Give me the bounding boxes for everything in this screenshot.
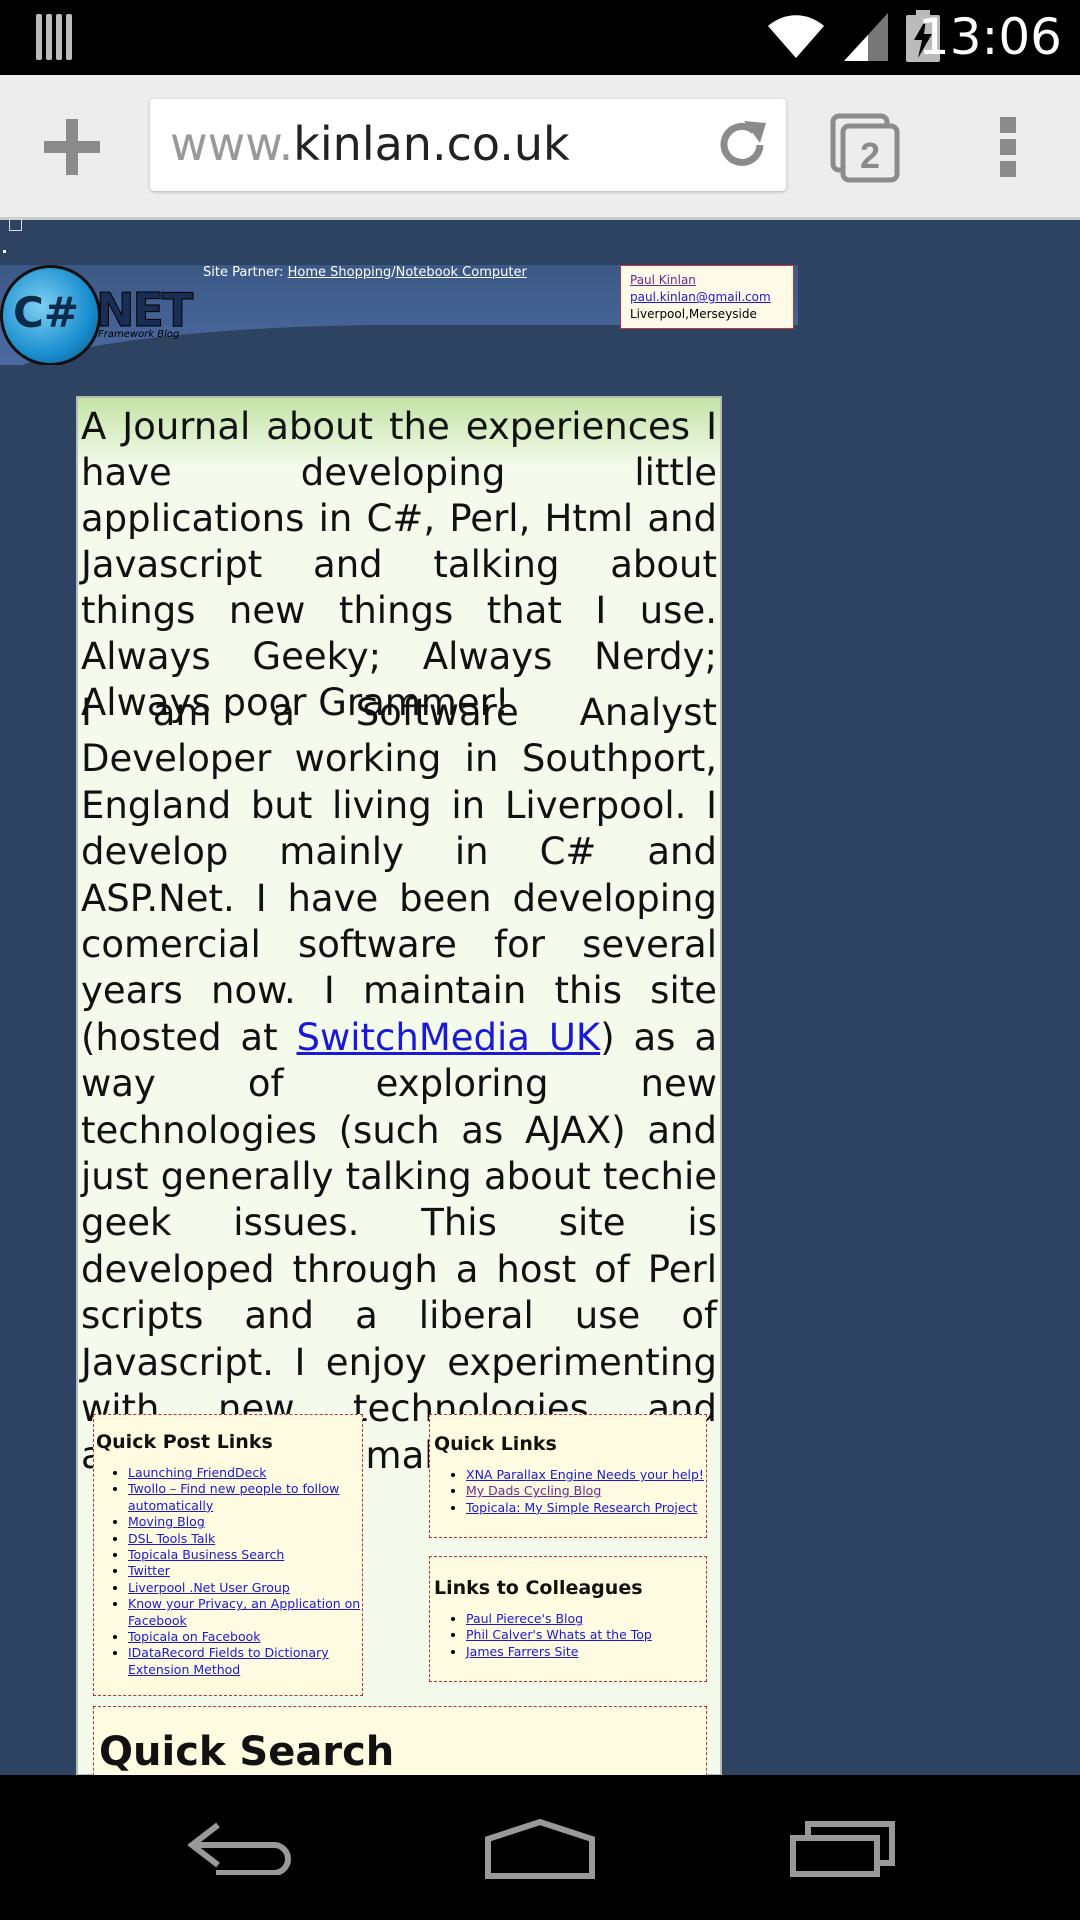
switchmedia-link[interactable]: SwitchMedia UK (297, 1016, 601, 1059)
quick-post-link[interactable]: Topicala on Facebook (128, 1629, 260, 1644)
logo-cs-text: C# (13, 288, 80, 337)
contact-box: Paul Kinlan paul.kinlan@gmail.com Liverp… (620, 265, 794, 329)
about-text-1: I am a Software Analyst Developer workin… (81, 691, 717, 1059)
quick-links-title: Quick Links (434, 1433, 557, 1455)
quick-post-link[interactable]: Know your Privacy, an Application on Fac… (128, 1596, 360, 1627)
colleague-link[interactable]: Paul Pierece's Blog (466, 1611, 583, 1626)
quick-link[interactable]: Topicala: My Simple Research Project (466, 1500, 697, 1515)
quick-post-link[interactable]: Launching FriendDeck (128, 1465, 266, 1480)
site-partner: Site Partner: Home Shopping/Notebook Com… (203, 265, 527, 280)
partner-label: Site Partner: (203, 265, 288, 280)
about-text-2: ) as a way of exploring new technologies… (81, 1015, 717, 1477)
clock: 13:06 (917, 8, 1062, 66)
csharp-logo-icon[interactable]: C# (0, 265, 101, 365)
list-item: Twollo – Find new people to follow autom… (128, 1481, 362, 1514)
list-item: Topicala on Facebook (128, 1629, 362, 1645)
status-bar: 13:06 (0, 0, 1080, 75)
list-item: Twitter (128, 1563, 362, 1579)
quick-links-box: Quick Links XNA Parallax Engine Needs yo… (429, 1414, 707, 1538)
contact-email-link[interactable]: paul.kinlan@gmail.com (630, 289, 793, 306)
quick-post-link[interactable]: IDataRecord Fields to Dictionary Extensi… (128, 1645, 329, 1676)
home-icon[interactable] (484, 1819, 596, 1879)
contact-name-link[interactable]: Paul Kinlan (630, 272, 793, 289)
tabs-icon[interactable]: 2 (830, 113, 900, 183)
partner-link-notebook[interactable]: Notebook Computer (396, 265, 527, 280)
list-item: Launching FriendDeck (128, 1465, 362, 1481)
list-item: XNA Parallax Engine Needs your help! (466, 1467, 706, 1483)
url-domain: kinlan.co.uk (293, 117, 570, 171)
wifi-icon (768, 15, 824, 58)
quick-post-link[interactable]: Liverpool .Net User Group (128, 1580, 290, 1595)
quick-post-link[interactable]: Twitter (128, 1563, 170, 1578)
quick-post-link[interactable]: Twollo – Find new people to follow autom… (128, 1481, 339, 1512)
logo-subtitle: Framework Blog (98, 329, 180, 340)
list-item: My Dads Cycling Blog (466, 1483, 706, 1499)
list-item: Topicala: My Simple Research Project (466, 1500, 706, 1516)
list-item: Phil Calver's Whats at the Top (466, 1627, 706, 1643)
list-item: IDataRecord Fields to Dictionary Extensi… (128, 1645, 362, 1678)
intro-text: A Journal about the experiences I have d… (81, 405, 717, 724)
signal-icon (844, 13, 888, 61)
list-item: Know your Privacy, an Application on Fac… (128, 1596, 362, 1629)
recents-icon[interactable] (790, 1821, 896, 1877)
quick-post-link[interactable]: Moving Blog (128, 1514, 205, 1529)
quick-link[interactable]: XNA Parallax Engine Needs your help! (466, 1467, 704, 1482)
colleagues-box: Links to Colleagues Paul Pierece's Blog … (429, 1556, 707, 1682)
menu-icon[interactable] (1000, 117, 1016, 177)
quick-search-box: Quick Search (93, 1706, 707, 1786)
status-icons (766, 10, 940, 62)
partner-link-home-shopping[interactable]: Home Shopping (288, 265, 392, 280)
address-bar[interactable]: www.kinlan.co.uk (150, 99, 786, 191)
quick-link[interactable]: My Dads Cycling Blog (466, 1483, 601, 1498)
list-item: Liverpool .Net User Group (128, 1580, 362, 1596)
quick-post-link[interactable]: DSL Tools Talk (128, 1531, 215, 1546)
quick-post-links-box: Quick Post Links Launching FriendDeck Tw… (93, 1414, 363, 1696)
quick-search-title: Quick Search (99, 1729, 395, 1775)
notifications-icon (36, 14, 72, 60)
navigation-bar (0, 1775, 1080, 1920)
list-item: Paul Pierece's Blog (466, 1611, 706, 1627)
about-text: I am a Software Analyst Developer workin… (81, 690, 717, 1479)
url-text[interactable]: www.kinlan.co.uk (170, 117, 570, 171)
contact-location: Liverpool,Merseyside (630, 307, 757, 321)
list-item: DSL Tools Talk (128, 1531, 362, 1547)
quick-post-links-title: Quick Post Links (96, 1431, 273, 1453)
list-item: Moving Blog (128, 1514, 362, 1530)
browser-toolbar: www.kinlan.co.uk 2 (0, 75, 1080, 220)
list-item: James Farrers Site (466, 1644, 706, 1660)
reload-icon[interactable] (714, 117, 770, 173)
quick-post-link[interactable]: Topicala Business Search (128, 1547, 284, 1562)
bullet-dot (3, 250, 6, 253)
main-content: A Journal about the experiences I have d… (76, 396, 722, 1786)
colleague-link[interactable]: Phil Calver's Whats at the Top (466, 1627, 652, 1642)
checkbox[interactable] (9, 218, 22, 231)
colleague-link[interactable]: James Farrers Site (466, 1644, 579, 1659)
new-tab-icon[interactable] (40, 115, 104, 179)
url-prefix: www. (170, 117, 294, 171)
back-icon[interactable] (188, 1821, 292, 1875)
list-item: Topicala Business Search (128, 1547, 362, 1563)
colleagues-title: Links to Colleagues (434, 1577, 643, 1599)
tab-count: 2 (860, 135, 880, 176)
